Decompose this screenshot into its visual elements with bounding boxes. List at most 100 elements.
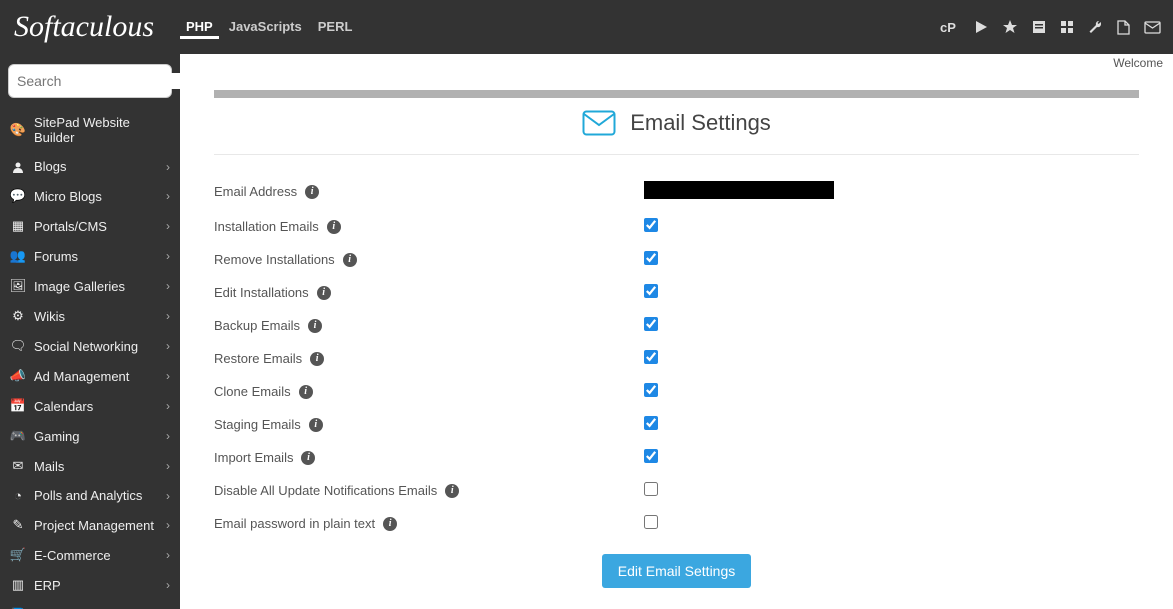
sidebar-item-label: Ad Management xyxy=(34,369,158,384)
field-label: Email Address xyxy=(214,184,297,199)
document-icon[interactable] xyxy=(1117,20,1130,35)
info-icon[interactable]: i xyxy=(308,319,322,333)
info-icon[interactable]: i xyxy=(309,418,323,432)
field-label: Import Emails xyxy=(214,450,293,465)
sidebar-item-social[interactable]: 🗨 Social Networking › xyxy=(0,331,180,361)
tab-perl[interactable]: PERL xyxy=(312,15,359,39)
note-icon[interactable] xyxy=(1032,20,1046,34)
sidebar-item-mails[interactable]: ✉ Mails › xyxy=(0,451,180,481)
search-input[interactable] xyxy=(17,73,180,89)
checkbox-remove-installations[interactable] xyxy=(644,251,658,265)
palette-icon: 🎨 xyxy=(10,122,26,138)
sidebar-item-label: Portals/CMS xyxy=(34,219,158,234)
info-icon[interactable]: i xyxy=(305,185,319,199)
welcome-bar: Welcome xyxy=(180,54,1173,76)
sidebar-item-label: Wikis xyxy=(34,309,158,324)
info-icon[interactable]: i xyxy=(301,451,315,465)
sidebar-item-guestbooks[interactable]: 📘 Guest Books › xyxy=(0,600,180,609)
sidebar-item-label: Forums xyxy=(34,249,158,264)
sidebar-item-ecommerce[interactable]: 🛒 E-Commerce › xyxy=(0,540,180,570)
sidebar-item-gaming[interactable]: 🎮 Gaming › xyxy=(0,421,180,451)
sidebar-item-portals[interactable]: ▦ Portals/CMS › xyxy=(0,211,180,241)
info-icon[interactable]: i xyxy=(299,385,313,399)
sidebar-item-calendars[interactable]: 📅 Calendars › xyxy=(0,391,180,421)
chevron-right-icon: › xyxy=(166,369,170,383)
topbar-right: cP xyxy=(940,19,1161,35)
info-icon[interactable]: i xyxy=(445,484,459,498)
field-import-emails: Import Emails i xyxy=(214,441,1139,474)
checkbox-backup-emails[interactable] xyxy=(644,317,658,331)
sidebar-item-polls[interactable]: ◔ Polls and Analytics › xyxy=(0,481,180,510)
sidebar-item-label: Polls and Analytics xyxy=(34,488,158,503)
checkbox-plain-text-password[interactable] xyxy=(644,515,658,529)
field-plain-text-password: Email password in plain text i xyxy=(214,507,1139,540)
edit-email-settings-button[interactable]: Edit Email Settings xyxy=(602,554,752,588)
info-icon[interactable]: i xyxy=(310,352,324,366)
chevron-right-icon: › xyxy=(166,399,170,413)
tab-php[interactable]: PHP xyxy=(180,15,219,39)
sidebar-item-ad[interactable]: 📣 Ad Management › xyxy=(0,361,180,391)
chevron-right-icon: › xyxy=(166,518,170,532)
field-edit-installations: Edit Installations i xyxy=(214,276,1139,309)
info-icon[interactable]: i xyxy=(327,220,341,234)
logo[interactable]: Softaculous xyxy=(0,10,180,44)
sidebar-item-label: E-Commerce xyxy=(34,548,158,563)
sidebar-item-label: Image Galleries xyxy=(34,279,158,294)
info-icon[interactable]: i xyxy=(343,253,357,267)
chevron-right-icon: › xyxy=(166,219,170,233)
email-input[interactable] xyxy=(644,181,834,199)
sidebar-item-image-galleries[interactable]: 🖼 Image Galleries › xyxy=(0,271,180,301)
checkbox-clone-emails[interactable] xyxy=(644,383,658,397)
checkbox-import-emails[interactable] xyxy=(644,449,658,463)
info-icon[interactable]: i xyxy=(317,286,331,300)
mail-icon[interactable] xyxy=(1144,21,1161,34)
sidebar-item-blogs[interactable]: Blogs › xyxy=(0,152,180,181)
tab-javascripts[interactable]: JavaScripts xyxy=(223,15,308,39)
checkbox-disable-update-emails[interactable] xyxy=(644,482,658,496)
star-icon[interactable] xyxy=(1002,19,1018,35)
field-clone-emails: Clone Emails i xyxy=(214,375,1139,408)
field-remove-installations: Remove Installations i xyxy=(214,243,1139,276)
wrench-icon[interactable] xyxy=(1088,20,1103,35)
gamepad-icon: 🎮 xyxy=(10,428,26,444)
gear-icon: ⚙ xyxy=(10,308,26,324)
page-title: Email Settings xyxy=(630,110,771,136)
checkbox-staging-emails[interactable] xyxy=(644,416,658,430)
chevron-right-icon: › xyxy=(166,429,170,443)
calendar-icon: 📅 xyxy=(10,398,26,414)
sidebar-item-label: Social Networking xyxy=(34,339,158,354)
field-label: Restore Emails xyxy=(214,351,302,366)
play-icon[interactable] xyxy=(974,20,988,34)
sidebar-item-wikis[interactable]: ⚙ Wikis › xyxy=(0,301,180,331)
checkbox-edit-installations[interactable] xyxy=(644,284,658,298)
bars-icon: ▥ xyxy=(10,577,26,593)
sidebar-item-pm[interactable]: ✎ Project Management › xyxy=(0,510,180,540)
main-content: Welcome Email Settings Email Address i xyxy=(180,54,1173,609)
field-label: Staging Emails xyxy=(214,417,301,432)
submit-row: Edit Email Settings xyxy=(214,540,1139,588)
info-icon[interactable]: i xyxy=(383,517,397,531)
sidebar-item-erp[interactable]: ▥ ERP › xyxy=(0,570,180,600)
user-icon xyxy=(10,161,26,173)
grid-icon[interactable] xyxy=(1060,20,1074,34)
search-box[interactable] xyxy=(8,64,172,98)
image-icon: 🖼 xyxy=(10,278,26,294)
envelope-icon: ✉ xyxy=(10,458,26,474)
grid-icon: ▦ xyxy=(10,218,26,234)
cpanel-icon[interactable]: cP xyxy=(940,19,960,35)
comment-icon: 🗨 xyxy=(10,338,26,354)
sidebar-item-forums[interactable]: 👥 Forums › xyxy=(0,241,180,271)
svg-text:cP: cP xyxy=(940,20,956,35)
sidebar-item-microblogs[interactable]: 💬 Micro Blogs › xyxy=(0,181,180,211)
field-label: Email password in plain text xyxy=(214,516,375,531)
chevron-right-icon: › xyxy=(166,548,170,562)
language-tabs: PHP JavaScripts PERL xyxy=(180,15,358,39)
checkbox-restore-emails[interactable] xyxy=(644,350,658,364)
sidebar-item-label: Mails xyxy=(34,459,158,474)
field-installation-emails: Installation Emails i xyxy=(214,210,1139,243)
field-backup-emails: Backup Emails i xyxy=(214,309,1139,342)
sidebar-item-sitepad[interactable]: 🎨 SitePad Website Builder xyxy=(0,108,180,152)
envelope-icon xyxy=(582,110,616,136)
checkbox-installation-emails[interactable] xyxy=(644,218,658,232)
field-disable-update-emails: Disable All Update Notifications Emails … xyxy=(214,474,1139,507)
